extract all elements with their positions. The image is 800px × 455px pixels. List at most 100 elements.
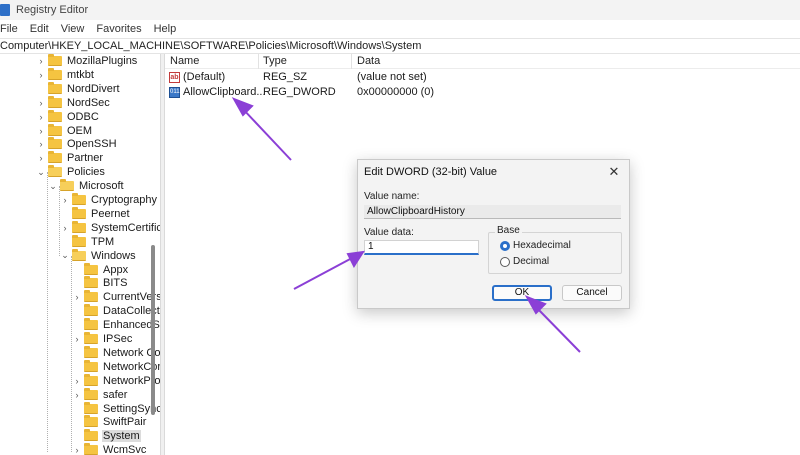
folder-icon: [84, 443, 98, 455]
menu-view[interactable]: View: [55, 23, 91, 35]
expand-chevron-icon[interactable]: ›: [36, 98, 46, 108]
expand-chevron-icon[interactable]: ›: [36, 126, 46, 136]
folder-icon: [84, 318, 98, 331]
expand-chevron-icon[interactable]: ›: [72, 292, 82, 302]
tree-item[interactable]: NetworkCor: [72, 359, 160, 374]
folder-icon: [48, 81, 62, 94]
tree-item-label: safer: [103, 388, 128, 401]
menu-file[interactable]: File: [0, 23, 24, 35]
dialog-title: Edit DWORD (32-bit) Value: [364, 166, 498, 178]
tree-item[interactable]: › IPSec: [72, 332, 133, 346]
value-data: 0x00000000 (0): [357, 86, 435, 98]
tree-item[interactable]: EnhancedSt: [72, 318, 160, 332]
radio-unselected-icon[interactable]: [500, 256, 510, 267]
value-name-label: Value name:: [364, 191, 420, 202]
value-data: (value not set): [357, 71, 427, 83]
folder-icon: [48, 137, 62, 150]
expand-chevron-icon[interactable]: ›: [36, 153, 46, 163]
expand-chevron-icon[interactable]: ›: [36, 112, 46, 122]
tree-item[interactable]: › mtkbt: [36, 67, 95, 82]
folder-icon: [84, 332, 98, 344]
address-bar[interactable]: Computer\HKEY_LOCAL_MACHINE\SOFTWARE\Pol…: [0, 38, 800, 54]
tree-item[interactable]: System: [72, 429, 141, 443]
tree-item[interactable]: › Cryptography: [60, 193, 158, 207]
tree-item-label: IPSec: [103, 333, 133, 345]
tree-connector-line: [59, 186, 60, 256]
menu-edit[interactable]: Edit: [24, 23, 55, 35]
hexadecimal-option[interactable]: Hexadecimal: [500, 240, 571, 251]
expand-chevron-icon[interactable]: ›: [72, 334, 82, 344]
tree-item[interactable]: › SystemCertifica: [60, 220, 160, 235]
collapse-chevron-icon[interactable]: ⌄: [60, 250, 70, 261]
expand-chevron-icon[interactable]: ›: [36, 139, 46, 149]
expand-chevron-icon[interactable]: ›: [72, 376, 82, 386]
expand-chevron-icon[interactable]: ›: [60, 195, 70, 205]
tree-item[interactable]: TPM: [60, 234, 115, 249]
tree-item[interactable]: › OpenSSH: [36, 137, 118, 151]
tree-item[interactable]: › Partner: [36, 151, 104, 165]
tree-item[interactable]: Appx: [72, 262, 129, 277]
tree-item[interactable]: SettingSync: [72, 401, 160, 416]
menu-bar: File Edit View Favorites Help: [0, 20, 800, 38]
base-label: Base: [495, 225, 522, 236]
expand-chevron-icon[interactable]: ›: [72, 390, 82, 400]
radio-selected-icon[interactable]: [500, 240, 510, 251]
folder-icon: [84, 373, 98, 386]
tree-item[interactable]: › OEM: [36, 123, 93, 138]
value-data-input[interactable]: 1: [364, 240, 479, 255]
value-name-field: AllowClipboardHistory: [364, 205, 621, 219]
column-name[interactable]: Name: [170, 55, 199, 67]
list-row[interactable]: 011 AllowClipboard... REG_DWORD 0x000000…: [165, 85, 800, 100]
collapse-chevron-icon[interactable]: ⌄: [36, 167, 46, 178]
tree-item[interactable]: › WcmSvc: [72, 443, 147, 455]
tree-item-label: mtkbt: [67, 68, 94, 81]
ok-button[interactable]: OK: [492, 285, 552, 301]
close-icon[interactable]: ✕: [607, 164, 621, 180]
tree-item[interactable]: NordDivert: [36, 81, 121, 96]
expand-chevron-icon[interactable]: ›: [36, 56, 46, 66]
cancel-button[interactable]: Cancel: [562, 285, 622, 301]
decimal-option[interactable]: Decimal: [500, 256, 549, 267]
collapse-chevron-icon[interactable]: ⌄: [48, 181, 58, 192]
tree-item[interactable]: › NetworkPro: [72, 373, 160, 388]
tree-item[interactable]: › MozillaPlugins: [36, 54, 138, 68]
tree-item[interactable]: Peernet: [60, 206, 131, 221]
title-bar: Registry Editor: [0, 0, 800, 20]
tree-item-label: Cryptography: [91, 194, 158, 206]
hexadecimal-label: Hexadecimal: [513, 240, 571, 251]
tree-item[interactable]: BITS: [72, 276, 128, 290]
address-path: Computer\HKEY_LOCAL_MACHINE\SOFTWARE\Pol…: [0, 40, 422, 52]
expand-chevron-icon[interactable]: ›: [36, 70, 46, 80]
folder-icon: [48, 151, 62, 164]
folder-icon: [48, 165, 62, 178]
tree-item[interactable]: › CurrentVersi: [72, 290, 160, 304]
expand-chevron-icon[interactable]: ›: [60, 223, 70, 233]
tree-item[interactable]: Network Co: [72, 345, 160, 360]
menu-help[interactable]: Help: [148, 23, 183, 35]
tree-item[interactable]: › safer: [72, 387, 128, 402]
key-tree[interactable]: › MozillaPlugins › mtkbt NordDivert › NordSec ›…: [0, 54, 160, 455]
folder-icon: [84, 359, 98, 372]
expand-chevron-icon[interactable]: ›: [72, 445, 82, 455]
value-type: REG_SZ: [263, 71, 308, 83]
folder-icon: [48, 54, 62, 66]
list-row[interactable]: ab (Default) REG_SZ (value not set): [165, 70, 800, 85]
tree-item[interactable]: › ODBC: [36, 109, 100, 124]
string-value-icon: ab: [169, 71, 180, 83]
folder-icon: [84, 276, 98, 289]
column-type[interactable]: Type: [263, 55, 287, 67]
value-type: REG_DWORD: [263, 86, 336, 98]
decimal-label: Decimal: [513, 256, 550, 267]
column-divider[interactable]: [351, 54, 352, 69]
tree-item-label: System: [102, 430, 141, 443]
menu-favorites[interactable]: Favorites: [90, 23, 147, 35]
value-name: (Default): [183, 71, 226, 83]
tree-item[interactable]: DataCollect: [72, 304, 160, 318]
folder-icon: [72, 220, 86, 233]
tree-item[interactable]: › NordSec: [36, 95, 111, 110]
folder-icon: [72, 234, 86, 247]
column-divider[interactable]: [258, 54, 259, 69]
column-data[interactable]: Data: [357, 55, 380, 67]
tree-scrollbar-thumb[interactable]: [151, 245, 155, 415]
tree-item[interactable]: SwiftPair: [72, 415, 147, 429]
